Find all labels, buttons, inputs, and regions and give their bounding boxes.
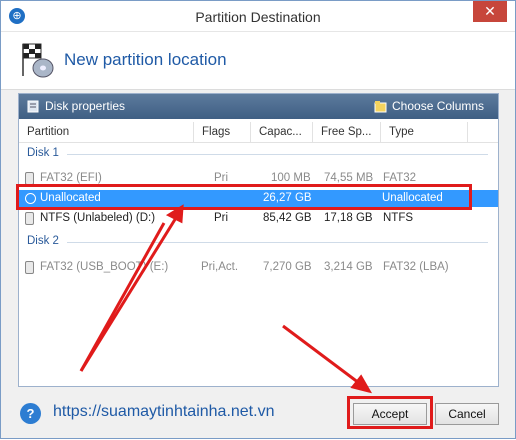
close-button[interactable]: ✕ (473, 1, 507, 22)
column-free-space[interactable]: Free Sp... (313, 122, 381, 143)
column-partition[interactable]: Partition (19, 122, 194, 143)
disk-1-divider (67, 154, 488, 155)
column-header: Partition Flags Capac... Free Sp... Type (19, 122, 498, 143)
panel-toolbar: Disk properties Choose Columns (19, 94, 498, 119)
choose-columns-icon (374, 100, 387, 112)
partition-capacity: 7,270 GB (263, 261, 312, 273)
choose-columns-label: Choose Columns (392, 99, 485, 113)
column-flags[interactable]: Flags (194, 122, 251, 143)
disk-properties-button[interactable]: Disk properties (27, 99, 125, 113)
partition-type: FAT32 (LBA) (383, 261, 449, 273)
partition-capacity: 85,42 GB (263, 212, 312, 224)
partition-free-space: 3,214 GB (324, 261, 373, 273)
column-type[interactable]: Type (381, 122, 468, 143)
title-bar: ⊕ Partition Destination ✕ (1, 1, 515, 32)
window-title: Partition Destination (195, 9, 321, 25)
disk-1-label: Disk 1 (27, 147, 59, 159)
partition-name: NTFS (Unlabeled) (D:) (40, 212, 156, 224)
partition-flags: Pri (214, 212, 229, 224)
partition-free-space: 17,18 GB (324, 212, 373, 224)
unallocated-annotation-box (16, 184, 472, 210)
help-icon[interactable]: ? (20, 403, 41, 424)
website-link[interactable]: https://suamaytinhtainha.net.vn (53, 403, 274, 421)
header: New partition location (1, 32, 515, 90)
column-capacity[interactable]: Capac... (251, 122, 313, 143)
disk-properties-icon (27, 100, 39, 112)
disk-2-label: Disk 2 (27, 235, 59, 247)
partition-disk-icon (25, 261, 34, 274)
disk-2-divider (67, 242, 488, 243)
footer: ? https://suamaytinhtainha.net.vn Accept… (1, 392, 515, 438)
partition-row-ntfs-d[interactable]: NTFS (Unlabeled) (D:) Pri 85,42 GB 17,18… (19, 210, 498, 227)
partition-destination-dialog: ⊕ Partition Destination ✕ New partition … (0, 0, 516, 439)
cancel-button[interactable]: Cancel (435, 403, 499, 425)
partition-panel: Disk properties Choose Columns Partition… (18, 93, 499, 387)
checkered-flag-disk-icon (22, 43, 54, 78)
partition-flags: Pri,Act. (201, 261, 239, 273)
accept-annotation-box (347, 396, 433, 429)
partition-row-fat32-usb-boot[interactable]: FAT32 (USB_BOOT) (E:) Pri,Act. 7,270 GB … (19, 259, 498, 276)
partition-disk-icon (25, 212, 34, 225)
partition-name: FAT32 (USB_BOOT) (E:) (40, 261, 169, 273)
choose-columns-button[interactable]: Choose Columns (374, 99, 484, 113)
partition-type: NTFS (383, 212, 414, 224)
header-title: New partition location (64, 50, 227, 69)
disk-properties-label: Disk properties (45, 99, 126, 113)
